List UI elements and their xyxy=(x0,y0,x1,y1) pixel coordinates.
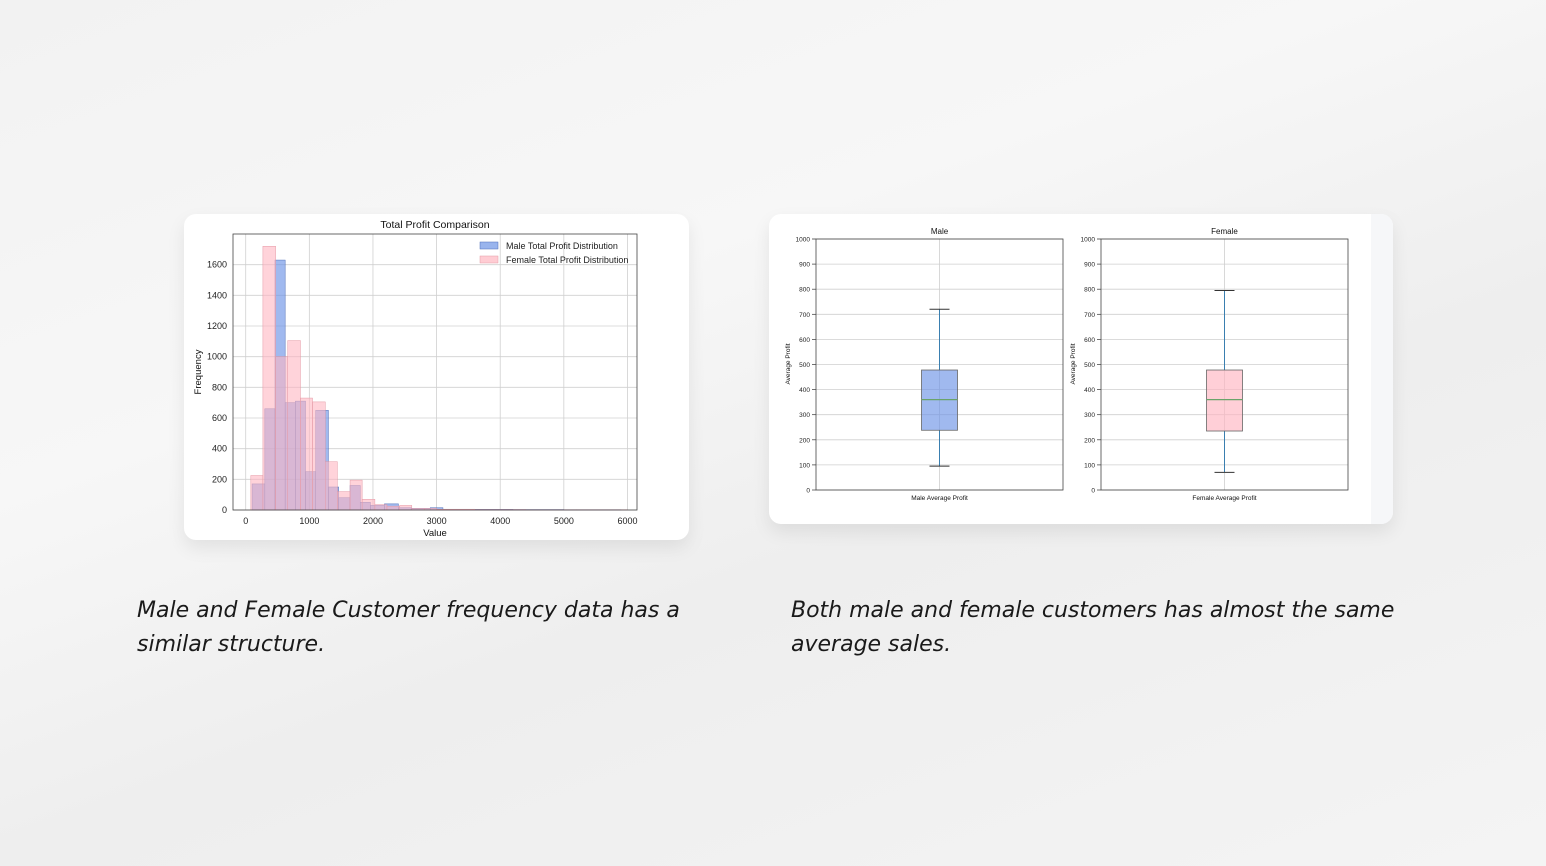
female-bar xyxy=(325,461,338,511)
male-y-tick-label: 1000 xyxy=(796,237,811,244)
male-y-tick-label: 800 xyxy=(799,287,810,294)
y-tick-label: 1000 xyxy=(207,352,227,362)
male-y-axis-label: Average Profit xyxy=(785,343,792,384)
male-y-tick-label: 600 xyxy=(799,337,810,344)
legend-swatch xyxy=(479,241,499,250)
female-y-tick-label: 0 xyxy=(1091,488,1095,495)
male-x-axis-label: Male Average Profit xyxy=(911,495,968,502)
histogram-caption: Male and Female Customer frequency data … xyxy=(137,598,680,657)
y-tick-label: 600 xyxy=(212,413,227,423)
male-y-tick-label: 900 xyxy=(799,262,810,269)
female-bar xyxy=(262,246,276,511)
female-y-tick-label: 100 xyxy=(1084,462,1095,469)
y-tick-label: 0 xyxy=(222,505,227,515)
female-bar xyxy=(399,505,413,511)
female-y-tick-label: 300 xyxy=(1084,412,1095,419)
y-tick-label: 1400 xyxy=(207,290,227,300)
female-bar xyxy=(275,356,288,511)
male-y-tick-label: 0 xyxy=(806,488,810,495)
y-tick-label: 800 xyxy=(212,382,227,392)
side-panel-edge xyxy=(1371,214,1393,524)
female-y-tick-label: 900 xyxy=(1084,262,1095,269)
y-tick-label: 400 xyxy=(212,444,227,454)
female-y-axis-label: Average Profit xyxy=(1070,343,1077,384)
female-bar xyxy=(386,505,400,511)
male-y-tick-label: 700 xyxy=(799,312,810,319)
boxplot-caption: Both male and female customers has almos… xyxy=(791,598,1395,657)
y-tick-label: 1200 xyxy=(207,321,227,331)
x-tick-label: 6000 xyxy=(617,516,637,526)
y-tick-label: 1600 xyxy=(207,260,227,270)
male-y-tick-label: 100 xyxy=(799,462,810,469)
female-y-tick-label: 700 xyxy=(1084,312,1095,319)
legend-label: Female Total Profit Distribution xyxy=(506,255,628,265)
legend-label: Male Total Profit Distribution xyxy=(506,241,618,251)
x-tick-label: 5000 xyxy=(554,516,574,526)
boxplot-card: 0 100 200 300 400 500 600 700 800 900 1000 Male Male… xyxy=(769,214,1393,524)
female-x-axis-label: Female Average Profit xyxy=(1192,495,1256,502)
female-bar xyxy=(337,491,351,511)
x-tick-label: 1000 xyxy=(299,516,319,526)
female-bar xyxy=(312,401,326,511)
x-tick-label: 4000 xyxy=(490,516,510,526)
female-box xyxy=(1206,369,1243,432)
x-tick-label: 2000 xyxy=(363,516,383,526)
legend-swatch xyxy=(479,255,499,264)
y-tick-label: 200 xyxy=(212,474,227,484)
female-bar xyxy=(287,340,301,511)
female-bar xyxy=(349,479,363,511)
female-y-tick-label: 600 xyxy=(1084,337,1095,344)
x-tick-label: 0 xyxy=(243,516,248,526)
female-y-tick-label: 400 xyxy=(1084,387,1095,394)
x-axis-label: Value xyxy=(423,528,447,539)
female-bar xyxy=(300,397,313,511)
histogram-card: 0 200 400 600 800 1000 1200 1400 1600 0 1000 2000 30… xyxy=(184,214,689,540)
female-bar xyxy=(374,504,388,511)
chart-title: Total Profit Comparison xyxy=(380,219,489,231)
female-y-tick-label: 800 xyxy=(1084,287,1095,294)
male-y-tick-label: 400 xyxy=(799,387,810,394)
female-bar xyxy=(250,475,264,511)
male-y-tick-label: 300 xyxy=(799,412,810,419)
x-tick-label: 3000 xyxy=(427,516,447,526)
y-axis-label: Frequency xyxy=(193,349,204,394)
male-y-tick-label: 200 xyxy=(799,437,810,444)
female-y-tick-label: 1000 xyxy=(1081,237,1096,244)
male-y-tick-label: 500 xyxy=(799,362,810,369)
female-panel-title: Female xyxy=(1211,227,1238,236)
average-profit-boxplots: 01002003004005006007008009001000MaleMale… xyxy=(785,214,1393,524)
female-y-tick-label: 200 xyxy=(1084,437,1095,444)
male-panel-title: Male xyxy=(931,227,949,236)
female-bar xyxy=(361,499,376,511)
female-y-tick-label: 500 xyxy=(1084,362,1095,369)
total-profit-histogram: 0 200 400 600 800 1000 1200 1400 1600 0 1000 2000 30… xyxy=(193,219,637,539)
